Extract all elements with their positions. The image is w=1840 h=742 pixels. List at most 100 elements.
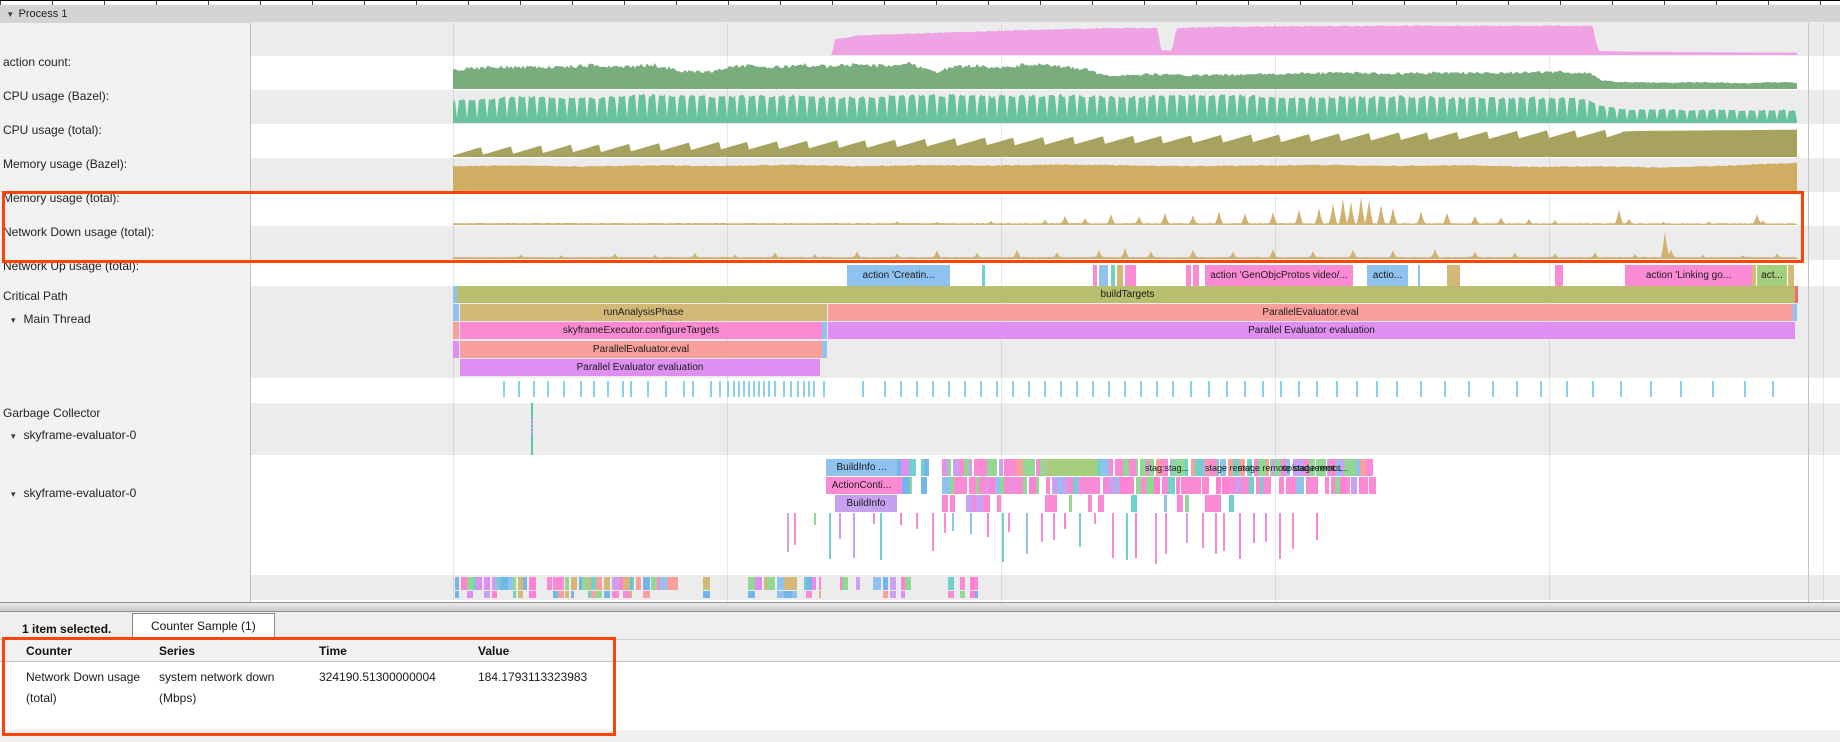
trace-slice[interactable] <box>819 577 822 590</box>
trace-slice[interactable] <box>513 591 517 598</box>
trace-slice[interactable] <box>755 577 762 590</box>
trace-slice[interactable] <box>772 577 775 590</box>
trace-slice[interactable] <box>902 477 910 494</box>
trace-slice[interactable] <box>1015 477 1023 494</box>
trace-slice[interactable] <box>905 577 911 590</box>
trace-slice[interactable] <box>523 577 527 590</box>
gc-tick[interactable] <box>1262 381 1264 397</box>
track-label-skyframe-0b[interactable]: ▾skyframe-evaluator-0 <box>0 486 136 500</box>
trace-slice[interactable] <box>792 577 797 590</box>
critical-path-slice[interactable] <box>1099 265 1108 286</box>
critical-path-slice[interactable] <box>982 265 985 286</box>
trace-slice[interactable] <box>890 591 896 598</box>
trace-slice[interactable] <box>1109 477 1116 494</box>
timeline-area[interactable]: ▾Process 1 action 'Creatin...action 'Gen… <box>0 0 1840 602</box>
trace-slice[interactable] <box>571 591 574 598</box>
gc-tick[interactable] <box>1044 381 1046 397</box>
trace-slice[interactable] <box>819 591 822 598</box>
gc-tick[interactable] <box>1444 381 1446 397</box>
gc-tick[interactable] <box>1420 381 1422 397</box>
track-label-critical-path[interactable]: Critical Path <box>3 289 68 303</box>
trace-slice[interactable] <box>1179 495 1183 512</box>
flame-slice[interactable] <box>1795 286 1798 303</box>
critical-path-slice[interactable]: actio... <box>1367 265 1408 286</box>
gc-tick[interactable] <box>763 381 765 397</box>
critical-path-slice[interactable]: action 'Creatin... <box>847 265 950 286</box>
trace-slice[interactable] <box>1131 495 1138 512</box>
trace-slice[interactable] <box>484 591 490 598</box>
trace-slice[interactable] <box>1093 477 1100 494</box>
trace-slice[interactable] <box>643 577 651 590</box>
trace-slice[interactable] <box>966 495 974 512</box>
trace-slice[interactable] <box>467 591 473 598</box>
gc-tick[interactable] <box>1468 381 1470 397</box>
trace-slice[interactable] <box>1080 477 1087 494</box>
collapse-arrow-icon[interactable]: ▾ <box>11 315 16 326</box>
gc-tick[interactable] <box>1226 381 1228 397</box>
critical-path-slice[interactable] <box>1788 265 1794 286</box>
gc-tick[interactable] <box>1336 381 1338 397</box>
trace-slice[interactable] <box>1361 477 1368 494</box>
flame-slice[interactable] <box>822 322 827 339</box>
trace-slice[interactable] <box>901 591 905 598</box>
trace-slice[interactable] <box>983 495 990 512</box>
trace-slice[interactable] <box>1029 477 1036 494</box>
trace-slice[interactable] <box>901 459 909 476</box>
trace-slice[interactable] <box>574 577 577 590</box>
critical-path-slice[interactable] <box>1193 265 1199 286</box>
counter-chart-memory-usage-bazel-[interactable] <box>453 126 1797 157</box>
gc-tick[interactable] <box>533 381 535 397</box>
trace-slice[interactable] <box>1281 477 1284 494</box>
gc-tick[interactable] <box>1244 381 1246 397</box>
gc-tick[interactable] <box>1356 381 1358 397</box>
trace-slice[interactable] <box>703 577 710 590</box>
skyframe-slice[interactable]: ActionConti... <box>826 477 897 494</box>
trace-slice[interactable] <box>1263 477 1271 494</box>
trace-slice[interactable] <box>1088 495 1092 512</box>
trace-slice[interactable] <box>883 577 888 590</box>
critical-path-slice[interactable]: action 'GenObjcProtos video/... <box>1205 265 1353 286</box>
gc-tick[interactable] <box>1566 381 1568 397</box>
flame-slice[interactable] <box>1793 304 1797 321</box>
trace-slice[interactable] <box>529 577 537 590</box>
trace-slice[interactable] <box>942 495 948 512</box>
panel-splitter[interactable] <box>0 602 1840 612</box>
gc-tick[interactable] <box>1516 381 1518 397</box>
trace-slice[interactable] <box>784 577 792 590</box>
critical-path-slice[interactable] <box>1186 265 1191 286</box>
gc-tick[interactable] <box>1376 381 1378 397</box>
gc-tick[interactable] <box>1140 381 1142 397</box>
gc-tick[interactable] <box>593 381 595 397</box>
trace-slice[interactable] <box>565 591 570 598</box>
gc-tick[interactable] <box>916 381 918 397</box>
critical-path-slice[interactable] <box>1418 265 1420 286</box>
gc-tick[interactable] <box>547 381 549 397</box>
trace-slice[interactable] <box>643 591 651 598</box>
trace-slice[interactable] <box>1036 477 1039 494</box>
trace-slice[interactable] <box>1128 477 1134 494</box>
trace-slice[interactable] <box>1202 477 1209 494</box>
gc-tick[interactable] <box>1620 381 1622 397</box>
gc-tick[interactable] <box>748 381 750 397</box>
trace-slice[interactable] <box>1241 477 1248 494</box>
gc-tick[interactable] <box>823 381 825 397</box>
gc-tick[interactable] <box>1208 381 1210 397</box>
critical-path-slice[interactable]: action 'Linking go... <box>1625 265 1752 286</box>
trace-slice[interactable] <box>484 577 490 590</box>
flame-slice[interactable]: Parallel Evaluator evaluation <box>460 359 820 376</box>
trace-slice[interactable] <box>993 459 997 476</box>
counter-chart-memory-usage-total-[interactable] <box>453 160 1797 191</box>
gc-tick[interactable] <box>862 381 864 397</box>
gc-tick[interactable] <box>1298 381 1300 397</box>
trace-slice[interactable] <box>969 459 972 476</box>
gc-tick[interactable] <box>647 381 649 397</box>
gc-tick[interactable] <box>932 381 934 397</box>
trace-slice[interactable] <box>1325 477 1329 494</box>
track-label-counter[interactable]: action count: <box>3 55 71 69</box>
trace-slice[interactable] <box>1296 477 1303 494</box>
gc-tick[interactable] <box>1108 381 1110 397</box>
trace-slice[interactable] <box>969 477 976 494</box>
collapse-arrow-icon[interactable]: ▾ <box>8 5 13 23</box>
gc-tick[interactable] <box>753 381 755 397</box>
trace-slice[interactable] <box>558 591 565 598</box>
